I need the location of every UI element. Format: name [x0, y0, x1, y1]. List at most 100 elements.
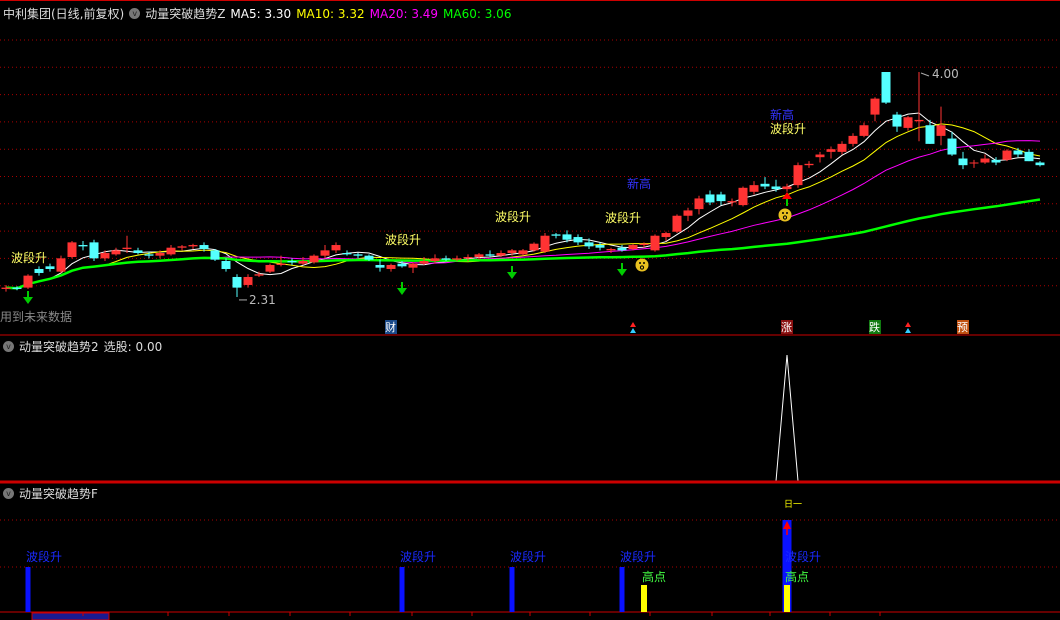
down-arrow-icon: [23, 297, 33, 304]
signal-label: 波段升: [385, 232, 421, 247]
event-triangle-icon: [905, 328, 911, 333]
event-marker-label[interactable]: 跌: [869, 320, 880, 334]
candle-up: [166, 247, 176, 255]
panel3-bar: [25, 567, 31, 612]
candle-up: [243, 276, 253, 285]
candle-up: [903, 117, 913, 128]
event-marker-label[interactable]: 涨: [781, 321, 792, 334]
candle-up: [782, 186, 792, 190]
chevron-down-icon[interactable]: v: [3, 488, 14, 499]
signal-label: 波段升: [495, 209, 531, 224]
candle-up: [265, 264, 275, 272]
chevron-down-icon[interactable]: v: [129, 8, 141, 19]
candle-up: [419, 261, 429, 264]
smiley-eye: [786, 212, 788, 214]
panel3-bar-label: 波段升: [510, 549, 546, 564]
candle-down: [12, 287, 22, 289]
date-cursor-box: [31, 612, 110, 620]
candle-down: [705, 194, 715, 203]
high-point-label: 高点: [785, 569, 809, 584]
candle-down: [947, 138, 957, 155]
candle-up: [1002, 150, 1012, 160]
candle-up: [518, 250, 528, 255]
event-marker-label[interactable]: 预: [957, 321, 968, 334]
candle-down: [34, 268, 44, 273]
candle-down: [210, 250, 220, 260]
candle-up: [804, 163, 814, 166]
event-triangle-icon: [630, 328, 636, 333]
candle-up: [650, 235, 660, 251]
candle-up: [859, 125, 869, 136]
signal-label: 波段升: [605, 210, 641, 225]
main-header: 中利集团(日线,前复权) v 动量突破趋势Z MA5: 3.30 MA10: 3…: [3, 5, 511, 22]
indicator-name[interactable]: 动量突破趋势Z: [145, 5, 225, 22]
candle-down: [562, 234, 572, 240]
candle-up: [870, 98, 880, 115]
panel3-header: v 动量突破趋势F: [3, 485, 98, 502]
candle-up: [408, 263, 418, 268]
candle-up: [331, 245, 341, 251]
candle-up: [936, 125, 946, 136]
candle-up: [452, 258, 462, 260]
signal-label: 新高: [770, 107, 794, 122]
candle-down: [771, 186, 781, 190]
candle-up: [188, 245, 198, 247]
candle-down: [925, 125, 935, 144]
down-arrow-icon: [507, 272, 517, 279]
candle-up: [815, 154, 825, 158]
candle-down: [232, 276, 242, 288]
smiley-eye: [643, 262, 645, 264]
high-point-bar: [641, 585, 647, 612]
candle-down: [573, 237, 583, 243]
signal-label: 新高: [627, 176, 651, 191]
min-price-label: 2.31: [249, 293, 276, 307]
candle-up: [177, 246, 187, 248]
candle-up: [430, 258, 440, 262]
panel3-bar-label: 波段升: [785, 549, 821, 564]
panel3-bar-label: 波段升: [620, 549, 656, 564]
chart-canvas[interactable]: 4.002.31波段升波段升波段升 波段升波段升新高新高财涨跌预波段升 波段升 波段升…: [0, 0, 1060, 620]
candle-up: [386, 264, 396, 269]
candle-down: [353, 254, 363, 256]
candle-down: [1013, 150, 1023, 155]
candle-up: [980, 158, 990, 163]
candle-up: [793, 165, 803, 186]
panel3-mark: 日一: [784, 500, 803, 510]
panel2-title[interactable]: 动量突破趋势2: [19, 338, 99, 355]
candle-up: [56, 258, 66, 272]
candle-up: [683, 210, 693, 216]
candle-down: [221, 261, 231, 269]
candle-up: [155, 253, 165, 256]
candle-up: [661, 233, 671, 238]
event-triangle-icon: [630, 322, 636, 327]
candle-up: [529, 243, 539, 251]
candle-up: [540, 235, 550, 252]
candle-up: [606, 249, 616, 251]
candle-up: [507, 250, 517, 254]
down-arrow-icon: [397, 288, 407, 295]
candle-up: [914, 119, 924, 122]
candle-down: [617, 247, 627, 251]
smiley-eye: [639, 262, 641, 264]
smiley-eye: [782, 212, 784, 214]
candle-down: [78, 245, 88, 247]
panel2-value: 选股: 0.00: [103, 340, 163, 354]
event-triangle-icon: [905, 322, 911, 327]
candle-up: [1, 287, 11, 289]
candle-up: [672, 215, 682, 232]
candle-up: [276, 263, 286, 265]
candle-up: [738, 187, 748, 206]
candle-down: [441, 258, 451, 260]
candle-up: [100, 253, 110, 259]
panel2-signal-line: [0, 354, 1060, 482]
chevron-down-icon[interactable]: v: [3, 341, 14, 352]
panel3-bar-label: 波段升: [26, 549, 62, 564]
candle-down: [551, 234, 561, 236]
panel3-title[interactable]: 动量突破趋势F: [19, 485, 98, 502]
candle-down: [397, 263, 407, 267]
ma20-value: MA20: 3.49: [369, 6, 439, 21]
high-point-bar: [784, 585, 790, 612]
ma60-value: MA60: 3.06: [443, 6, 512, 21]
candle-up: [122, 247, 132, 250]
event-marker-label[interactable]: 财: [385, 320, 396, 334]
